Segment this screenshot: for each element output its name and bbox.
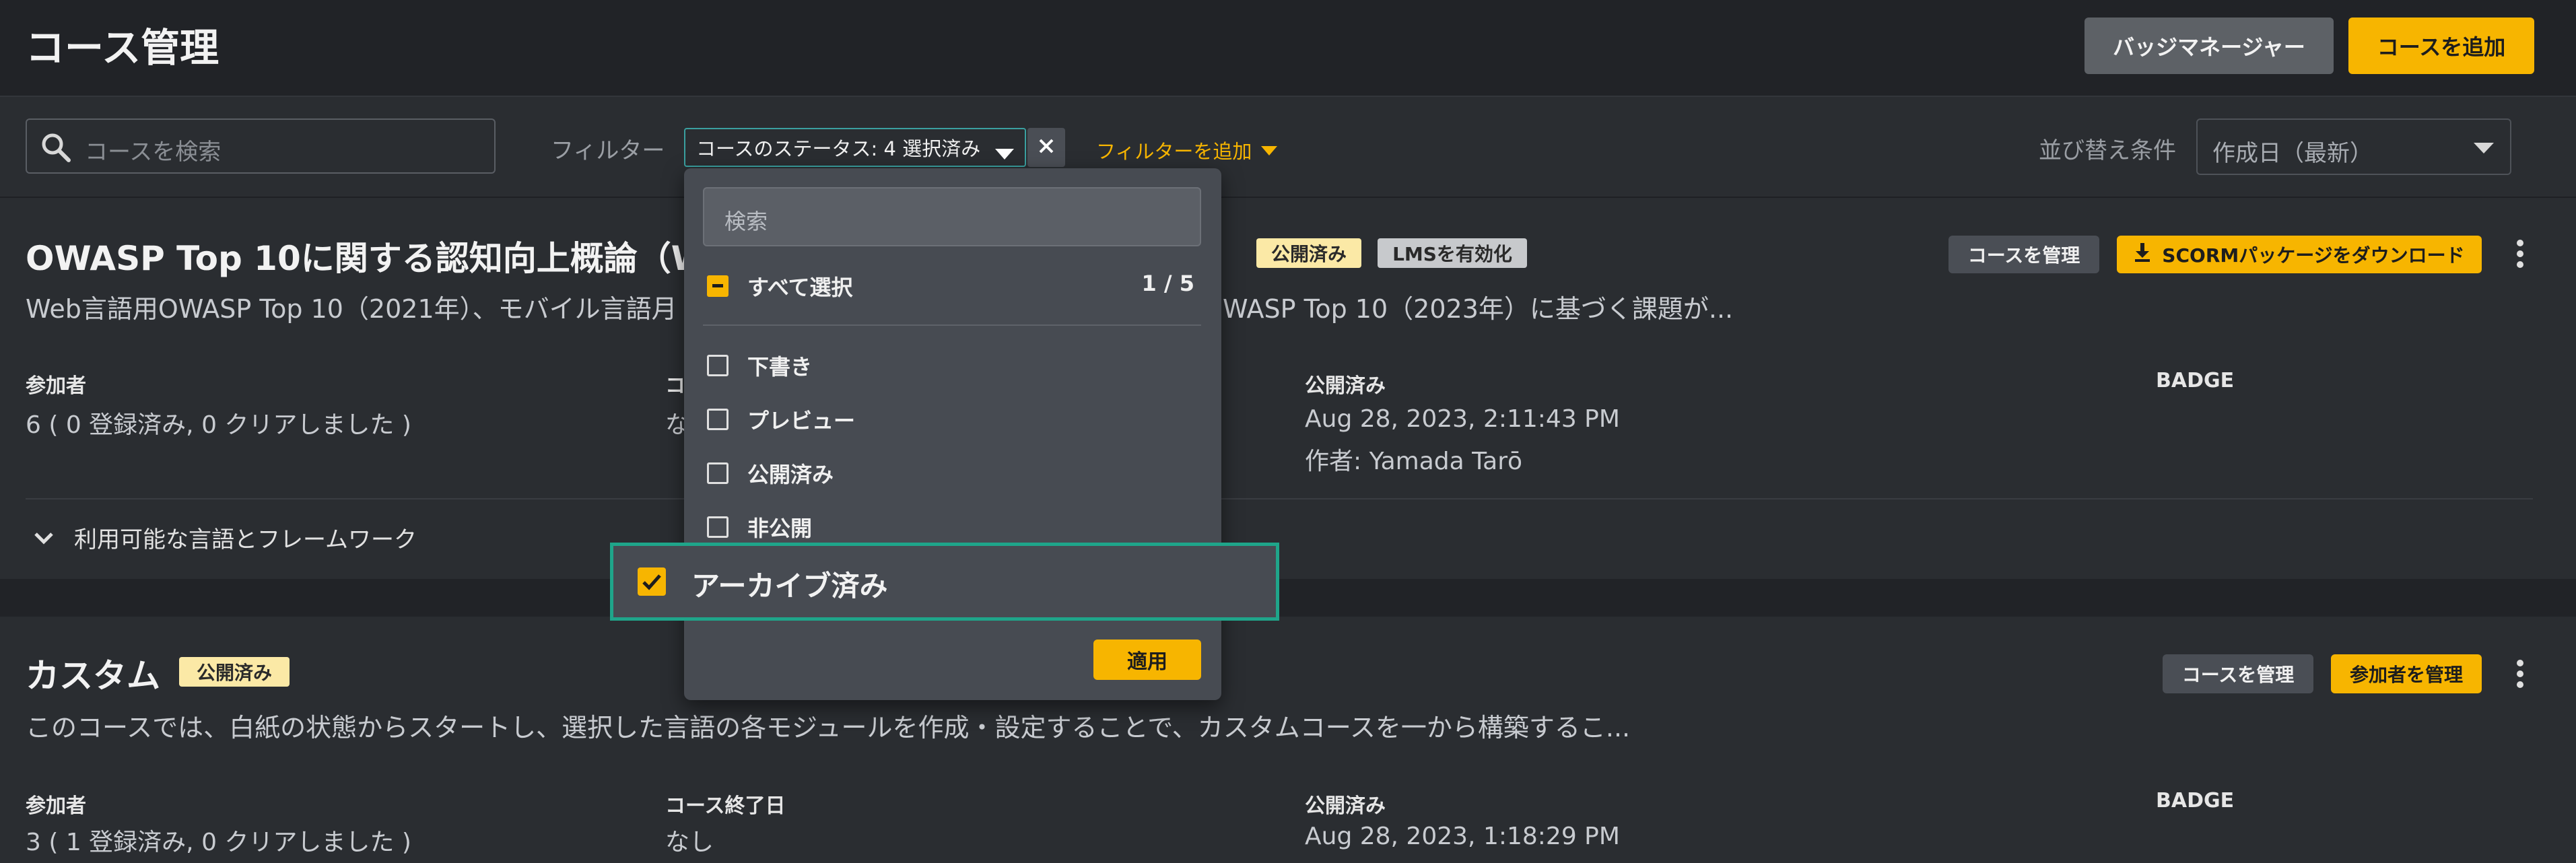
course-search-input[interactable]: コースを検索 [26, 118, 496, 174]
course-description: このコースでは、白紙の状態からスタートし、選択した言語の各モジュールを作成・設定… [26, 713, 1631, 743]
checkbox-icon[interactable] [707, 516, 728, 538]
participants-value: 3 ( 1 登録済み, 0 クリアしました ) [26, 829, 411, 856]
filter-label: フィルター [551, 137, 665, 164]
more-options-icon[interactable] [2515, 240, 2525, 272]
course-title: OWASP Top 10に関する認知向上概論（We [26, 239, 731, 278]
manage-participants-button[interactable]: 参加者を管理 [2331, 654, 2482, 693]
languages-frameworks-expander[interactable]: 利用可能な言語とフレームワーク [34, 521, 417, 554]
card-separator [0, 579, 2576, 617]
option-label: 非公開 [747, 516, 813, 541]
option-label: 公開済み [747, 462, 834, 487]
participants-label: 参加者 [26, 374, 86, 398]
published-date: Aug 28, 2023, 1:18:29 PM [1305, 823, 1620, 850]
badge-manager-button[interactable]: バッジマネージャー [2084, 18, 2334, 74]
selection-count: 1 / 5 [1141, 271, 1195, 296]
course-card: OWASP Top 10に関する認知向上概論（We 公開済み LMSを有効化 コ… [0, 199, 2576, 579]
divider [26, 498, 2533, 499]
search-icon [39, 131, 73, 167]
option-label: プレビュー [747, 408, 856, 434]
download-scorm-label: SCORMパッケージをダウンロード [2162, 244, 2465, 267]
option-label: アーカイブ済み [691, 569, 888, 602]
select-all-label: すべて選択 [747, 275, 853, 300]
option-label: 下書き [747, 354, 813, 380]
checkbox-icon[interactable] [707, 355, 728, 376]
dropdown-search-input[interactable]: 検索 [703, 187, 1201, 246]
indeterminate-checkbox-icon[interactable] [707, 275, 728, 297]
course-status-filter-chip[interactable]: コースのステータス: 4 選択済み [684, 128, 1026, 167]
add-course-button[interactable]: コースを追加 [2348, 18, 2534, 74]
end-date-value: なし [665, 829, 714, 856]
close-icon [1038, 138, 1054, 157]
sort-label: 並び替え条件 [2039, 137, 2176, 164]
clear-filter-button[interactable] [1027, 128, 1065, 167]
add-filter-label: フィルターを追加 [1096, 140, 1252, 163]
manage-course-button[interactable]: コースを管理 [1948, 236, 2099, 273]
participants-value: 6 ( 0 登録済み, 0 クリアしました ) [26, 411, 411, 439]
course-title: カスタム [26, 656, 160, 695]
download-scorm-button[interactable]: SCORMパッケージをダウンロード [2117, 236, 2482, 273]
chevron-down-icon [34, 524, 54, 551]
checkbox-icon[interactable] [707, 462, 728, 484]
manage-course-button[interactable]: コースを管理 [2163, 654, 2313, 693]
status-option-published[interactable]: 公開済み [707, 458, 834, 489]
filter-bar: コースを検索 フィルター コースのステータス: 4 選択済み フィルターを追加 … [0, 98, 2576, 198]
badge-label: BADGE [2156, 789, 2235, 813]
published-date: Aug 28, 2023, 2:11:43 PM [1305, 405, 1620, 433]
status-option-draft[interactable]: 下書き [707, 350, 812, 381]
badge-label: BADGE [2156, 369, 2235, 392]
select-all-option[interactable]: すべて選択 [707, 271, 852, 302]
apply-button[interactable]: 適用 [1093, 640, 1201, 680]
download-icon [2134, 242, 2151, 267]
lms-badge: LMSを有効化 [1378, 238, 1527, 268]
end-date-label: コース終了日 [665, 794, 786, 818]
status-option-preview[interactable]: プレビュー [707, 404, 855, 435]
more-options-icon[interactable] [2515, 660, 2525, 692]
page-title: コース管理 [26, 25, 219, 71]
chevron-down-icon [2474, 143, 2494, 158]
participants-label: 参加者 [26, 794, 86, 818]
course-description-tail: WASP Top 10（2023年）に基づく課題が... [1223, 294, 1734, 324]
status-option-archived[interactable]: アーカイブ済み [610, 543, 1279, 621]
published-label: 公開済み [1305, 794, 1386, 818]
status-badge: 公開済み [179, 657, 290, 687]
chevron-down-icon [995, 143, 1014, 166]
course-card: カスタム 公開済み コースを管理 参加者を管理 このコースでは、白紙の状態からス… [0, 617, 2576, 863]
divider [703, 324, 1201, 326]
end-date-label: コ [665, 374, 685, 398]
expander-label: 利用可能な言語とフレームワーク [74, 526, 417, 553]
published-label: 公開済み [1305, 374, 1386, 398]
status-option-private[interactable]: 非公開 [707, 512, 812, 543]
sort-select[interactable]: 作成日（最新） [2196, 118, 2511, 175]
course-description: Web言語用OWASP Top 10（2021年）、モバイル言語月 [26, 294, 677, 324]
author: 作者: Yamada Tarō [1305, 448, 1523, 475]
search-placeholder: コースを検索 [85, 139, 222, 166]
course-management-page: コース管理 バッジマネージャー コースを追加 コースを検索 フィルター コースの… [0, 0, 2576, 863]
caret-down-icon [1261, 139, 1278, 162]
page-header: コース管理 バッジマネージャー コースを追加 [0, 0, 2576, 97]
status-badge: 公開済み [1256, 238, 1361, 268]
filter-chip-label: コースのステータス: 4 選択済み [696, 137, 981, 160]
sort-value: 作成日（最新） [2212, 140, 2373, 167]
dropdown-search-placeholder: 検索 [724, 209, 768, 234]
checked-checkbox-icon[interactable] [638, 567, 666, 596]
add-filter-button[interactable]: フィルターを追加 [1096, 136, 1278, 164]
checkbox-icon[interactable] [707, 409, 728, 430]
